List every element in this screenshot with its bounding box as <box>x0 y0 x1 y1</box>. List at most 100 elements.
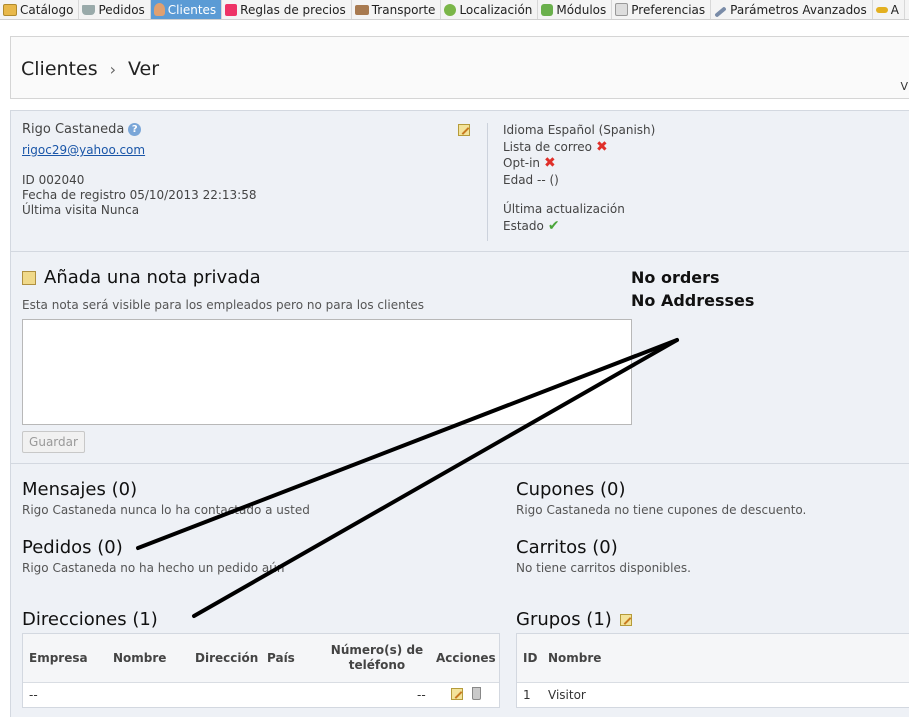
truck-icon <box>354 4 369 15</box>
top-navigation: Catálogo Pedidos Clientes Reglas de prec… <box>0 0 909 20</box>
tab-customers[interactable]: Clientes <box>150 0 223 19</box>
groups-title: Grupos (1) <box>516 609 632 630</box>
customer-email-link[interactable]: rigoc29@yahoo.com <box>22 143 145 157</box>
edit-groups-icon[interactable] <box>619 613 632 626</box>
folder-icon <box>3 3 17 16</box>
addresses-title: Direcciones (1) <box>22 609 158 630</box>
messages-subtitle: Rigo Castaneda nunca lo ha contactado a … <box>22 503 310 517</box>
globe-icon <box>444 3 457 16</box>
tab-advanced-parameters[interactable]: Parámetros Avanzados <box>711 0 873 19</box>
tab-customers-label: Clientes <box>167 2 217 17</box>
breadcrumb-current: Ver <box>128 58 160 80</box>
customer-icon <box>153 3 165 16</box>
tab-localization[interactable]: Localización <box>441 0 539 19</box>
tab-preferences[interactable]: Preferencias <box>612 0 712 19</box>
cart-icon <box>82 4 96 15</box>
carts-title: Carritos (0) <box>516 537 618 558</box>
customer-last-visit: Última visita Nunca <box>22 203 140 217</box>
help-icon[interactable]: ? <box>128 123 142 136</box>
vouchers-subtitle: Rigo Castaneda no tiene cupones de descu… <box>516 503 807 517</box>
tab-preferences-label: Preferencias <box>631 2 706 17</box>
carts-subtitle: No tiene carritos disponibles. <box>516 561 691 575</box>
note-edit-icon <box>22 270 36 285</box>
groups-title-text: Grupos (1) <box>516 609 612 630</box>
column-phone-line1: Número(s) de <box>330 643 424 657</box>
customer-registration-date: Fecha de registro 05/10/2013 22:13:58 <box>22 188 257 202</box>
column-phone-line2: teléfono <box>348 658 406 672</box>
column-group-name[interactable]: Nombre <box>548 651 601 665</box>
preferences-icon <box>615 3 629 16</box>
orders-subtitle: Rigo Castaneda no ha hecho un pedido aún <box>22 561 285 575</box>
tab-orders-label: Pedidos <box>98 2 145 17</box>
vertical-divider <box>487 123 488 241</box>
breadcrumb-separator-icon: › <box>109 59 116 79</box>
tab-administration[interactable]: A <box>873 0 905 19</box>
tab-shipping-label: Transporte <box>371 2 436 17</box>
tab-modules-label: Módulos <box>556 2 607 17</box>
tab-shipping[interactable]: Transporte <box>352 0 442 19</box>
status-row: Estado ✔ <box>503 218 655 235</box>
newsletter-label: Lista de correo <box>503 139 593 154</box>
annotation-no-orders: No orders <box>631 268 720 287</box>
edit-customer-icon[interactable] <box>458 124 470 136</box>
check-icon[interactable]: ✔ <box>548 219 560 233</box>
puzzle-icon <box>541 3 554 16</box>
cross-icon[interactable]: ✖ <box>596 140 608 154</box>
column-address[interactable]: Dirección <box>195 651 258 665</box>
header-cut-off-text: V <box>900 80 908 93</box>
column-id[interactable]: ID <box>523 651 537 665</box>
customer-language: Idioma Español (Spanish) <box>503 123 656 137</box>
address-company: -- <box>29 688 38 702</box>
breadcrumb: Clientes › Ver <box>21 58 159 80</box>
column-country[interactable]: País <box>267 651 295 665</box>
column-name[interactable]: Nombre <box>113 651 166 665</box>
trash-icon[interactable] <box>472 687 481 700</box>
optin-row: Opt-in ✖ <box>503 155 655 172</box>
messages-title: Mensajes (0) <box>22 479 138 500</box>
edit-address-icon[interactable] <box>451 688 463 700</box>
column-actions[interactable]: Acciones <box>436 651 496 665</box>
orders-title: Pedidos (0) <box>22 537 123 558</box>
cross-icon[interactable]: ✖ <box>544 156 556 170</box>
tab-price-rules[interactable]: Reglas de precios <box>222 0 352 19</box>
last-update-label: Última actualización <box>503 202 625 216</box>
tab-catalog-label: Catálogo <box>20 2 74 17</box>
column-phone[interactable]: Número(s) de teléfono <box>329 643 425 673</box>
tab-orders[interactable]: Pedidos <box>79 0 151 19</box>
key-icon <box>875 6 888 13</box>
save-note-button[interactable]: Guardar <box>22 431 85 453</box>
customer-name: Rigo Castaneda ? <box>22 122 142 137</box>
groups-table: ID Nombre 1 Visitor <box>516 633 909 708</box>
customer-panel: Rigo Castaneda ? rigoc29@yahoo.com ID 00… <box>10 110 909 717</box>
breadcrumb-parent[interactable]: Clientes <box>21 58 98 80</box>
annotation-no-addresses: No Addresses <box>631 291 755 310</box>
private-note-title-text: Añada una nota privada <box>44 267 261 288</box>
newsletter-row: Lista de correo ✖ <box>503 139 655 156</box>
customer-details: Idioma Español (Spanish) Lista de correo… <box>503 122 655 234</box>
page-header: Clientes › Ver V <box>10 36 909 99</box>
tab-advanced-parameters-label: Parámetros Avanzados <box>730 2 867 17</box>
wrench-icon <box>714 6 727 18</box>
vouchers-title: Cupones (0) <box>516 479 626 500</box>
addresses-table: Empresa Nombre Dirección País Número(s) … <box>22 633 500 708</box>
section-divider <box>11 251 909 252</box>
addresses-table-header <box>23 634 499 683</box>
optin-label: Opt-in <box>503 156 541 170</box>
customer-meta: ID 002040 Fecha de registro 05/10/2013 2… <box>22 173 256 218</box>
group-name: Visitor <box>548 688 586 702</box>
address-phone: -- <box>417 688 426 702</box>
column-company[interactable]: Empresa <box>29 651 88 665</box>
private-note-textarea[interactable] <box>22 319 632 425</box>
private-note-subtitle: Esta nota será visible para los empleado… <box>22 298 425 312</box>
customer-age: Edad -- () <box>503 172 559 187</box>
section-divider <box>11 463 909 464</box>
private-note-title: Añada una nota privada <box>22 267 261 288</box>
tab-localization-label: Localización <box>459 2 533 17</box>
tab-modules[interactable]: Módulos <box>538 0 613 19</box>
tab-administration-label: A <box>890 2 899 17</box>
status-label: Estado <box>503 218 544 233</box>
group-id: 1 <box>523 688 531 702</box>
customer-id: ID 002040 <box>22 173 85 187</box>
tab-catalog[interactable]: Catálogo <box>0 0 80 19</box>
